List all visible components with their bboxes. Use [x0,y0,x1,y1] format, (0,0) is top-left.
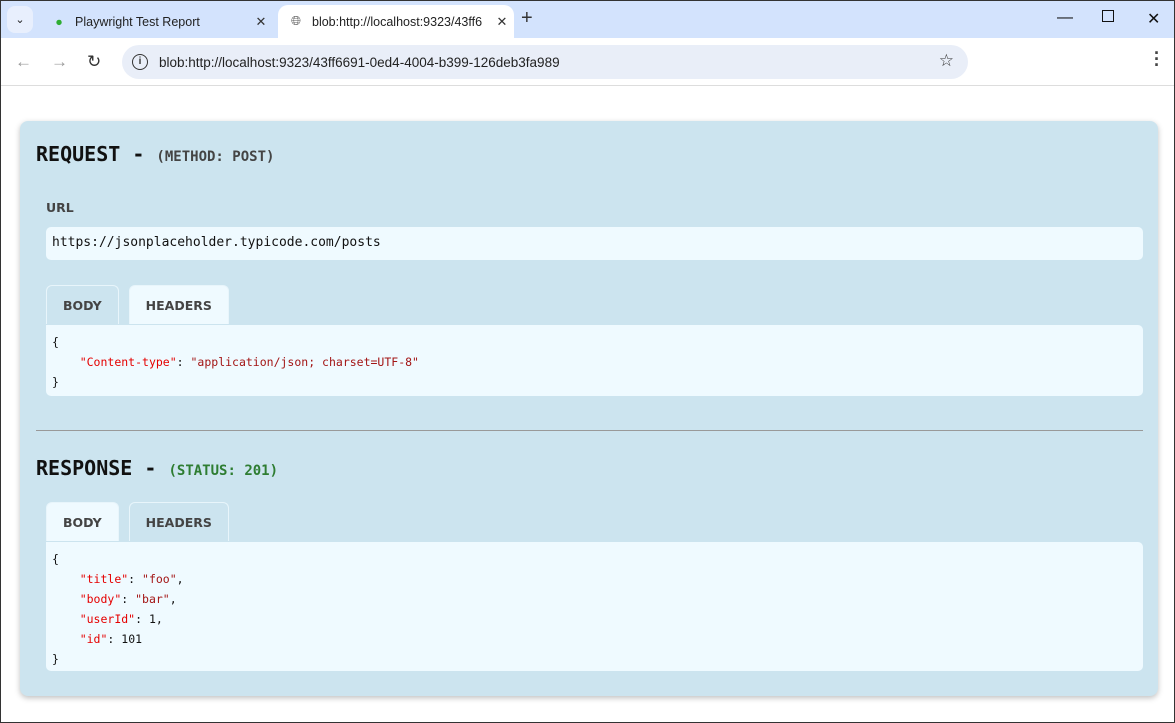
response-tab-body[interactable]: BODY [46,502,119,541]
close-window-button[interactable]: ✕ [1147,9,1160,29]
back-button[interactable]: ← [15,52,32,72]
forward-button[interactable]: → [51,52,68,72]
request-url: https://jsonplaceholder.typicode.com/pos… [46,227,1143,260]
globe-icon: 🌐︎ [290,14,301,28]
response-body-json: { "title": "foo", "body": "bar", "userId… [46,542,1143,671]
address-bar[interactable]: i blob:http://localhost:9323/43ff6691-0e… [122,45,968,79]
request-tab-headers[interactable]: HEADERS [128,285,229,324]
response-tabs: BODY HEADERS [46,502,229,541]
request-tab-body[interactable]: BODY [46,285,119,324]
reload-button[interactable]: ↻ [87,52,101,72]
more-menu-icon[interactable]: · · · [1154,44,1160,74]
request-heading: REQUEST - (METHOD: POST) [36,142,275,166]
request-response-card: REQUEST - (METHOD: POST) URL https://jso… [20,121,1158,696]
maximize-button[interactable] [1102,10,1114,22]
divider [36,430,1143,431]
new-tab-button[interactable]: + [521,7,533,30]
response-tab-headers[interactable]: HEADERS [128,502,229,541]
close-tab-icon[interactable]: ✕ [490,14,514,30]
response-status: (STATUS: 201) [168,463,279,479]
request-method: (METHOD: POST) [156,149,275,165]
request-tabs: BODY HEADERS [46,285,229,324]
close-tab-icon[interactable]: ✕ [249,14,273,30]
response-heading: RESPONSE - (STATUS: 201) [36,456,279,480]
site-info-icon[interactable]: i [132,54,148,70]
browser-toolbar: ← → ↻ i blob:http://localhost:9323/43ff6… [1,38,1174,86]
browser-tab-blob[interactable]: 🌐︎ blob:http://localhost:9323/43ff6 ✕ [278,5,514,38]
url-label: URL [46,200,74,215]
playwright-icon: ● [55,14,63,29]
minimize-button[interactable]: — [1057,9,1073,27]
tab-search-chevron-icon[interactable]: ⌄ [7,6,33,33]
browser-tab-playwright-report[interactable]: ● Playwright Test Report ✕ [41,5,273,38]
request-headers-json: { "Content-type": "application/json; cha… [46,325,1143,396]
browser-tab-bar: ⌄ ● Playwright Test Report ✕ 🌐︎ blob:htt… [1,1,1174,38]
bookmark-star-icon[interactable]: ☆ [939,51,954,71]
